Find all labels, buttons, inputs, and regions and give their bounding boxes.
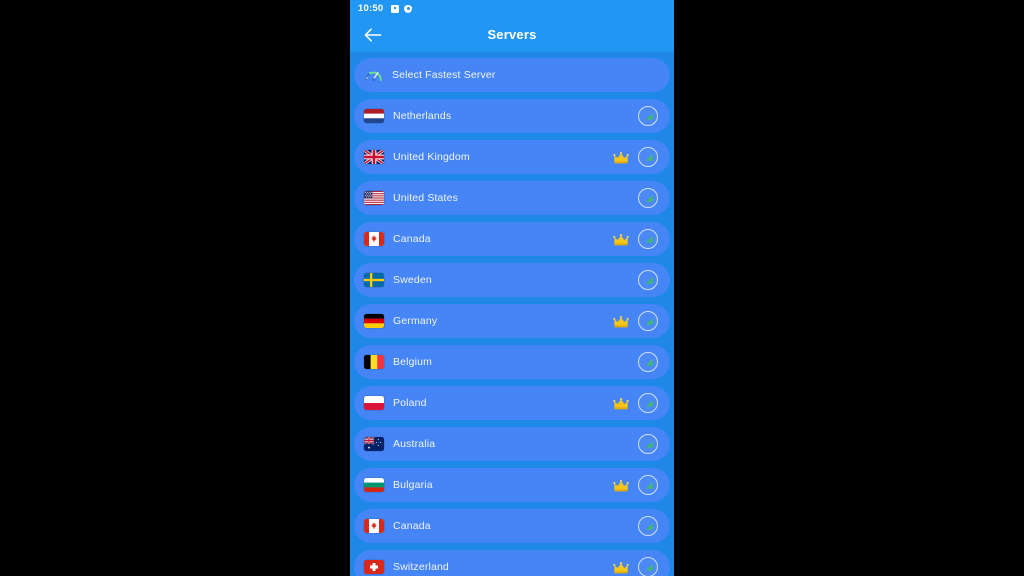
server-row[interactable]: Switzerland	[354, 550, 670, 576]
server-row[interactable]: United Kingdom	[354, 140, 670, 174]
signal-strength-indicator[interactable]	[638, 475, 658, 495]
server-row[interactable]: Canada	[354, 509, 670, 543]
signal-strength-indicator[interactable]	[638, 311, 658, 331]
phone-viewport: 10:50 Servers Select Fastest Server Neth…	[350, 0, 674, 576]
flag-icon-se	[364, 273, 384, 287]
shield-icon	[404, 4, 413, 13]
premium-crown-icon	[613, 561, 629, 574]
server-name-label: Bulgaria	[393, 479, 433, 491]
server-name-label: Canada	[393, 233, 431, 245]
premium-crown-icon	[613, 397, 629, 410]
server-row[interactable]: Canada	[354, 222, 670, 256]
flag-icon-ca	[364, 519, 384, 533]
signal-strength-indicator[interactable]	[638, 516, 658, 536]
server-row[interactable]: United States	[354, 181, 670, 215]
sd-card-icon	[391, 4, 400, 13]
back-arrow-icon	[364, 27, 382, 42]
status-bar-clock: 10:50	[358, 2, 384, 14]
flag-icon-ca	[364, 232, 384, 246]
server-name-label: Netherlands	[393, 110, 452, 122]
server-name-label: Switzerland	[393, 561, 449, 573]
premium-crown-icon	[613, 315, 629, 328]
flag-icon-pl	[364, 396, 384, 410]
server-row[interactable]: Netherlands	[354, 99, 670, 133]
server-name-label: Poland	[393, 397, 427, 409]
server-name-label: Belgium	[393, 356, 432, 368]
flag-icon-au	[364, 437, 384, 451]
back-button[interactable]	[362, 24, 384, 46]
signal-strength-indicator[interactable]	[638, 229, 658, 249]
flag-icon-gb	[364, 150, 384, 164]
signal-strength-indicator[interactable]	[638, 270, 658, 290]
server-row[interactable]: Germany	[354, 304, 670, 338]
server-name-label: Germany	[393, 315, 438, 327]
status-bar: 10:50	[350, 0, 674, 17]
server-name-label: United States	[393, 192, 458, 204]
signal-strength-indicator[interactable]	[638, 352, 658, 372]
signal-strength-indicator[interactable]	[638, 434, 658, 454]
signal-strength-indicator[interactable]	[638, 106, 658, 126]
server-name-label: United Kingdom	[393, 151, 470, 163]
select-fastest-server-row[interactable]: Select Fastest Server	[354, 58, 670, 92]
server-row[interactable]: Sweden	[354, 263, 670, 297]
premium-crown-icon	[613, 479, 629, 492]
speed-gauge-icon	[364, 68, 383, 83]
signal-strength-indicator[interactable]	[638, 147, 658, 167]
screenshot-stage: 10:50 Servers Select Fastest Server Neth…	[0, 0, 1024, 576]
page-title: Servers	[487, 27, 537, 42]
server-list[interactable]: Select Fastest Server Netherlands United…	[350, 52, 674, 576]
flag-icon-ch	[364, 560, 384, 574]
server-row[interactable]: Bulgaria	[354, 468, 670, 502]
server-row[interactable]: Belgium	[354, 345, 670, 379]
server-row[interactable]: Australia	[354, 427, 670, 461]
flag-icon-us	[364, 191, 384, 205]
select-fastest-server-label: Select Fastest Server	[392, 69, 496, 81]
flag-icon-de	[364, 314, 384, 328]
premium-crown-icon	[613, 151, 629, 164]
status-bar-icons	[391, 4, 413, 13]
app-bar: Servers	[350, 17, 674, 52]
premium-crown-icon	[613, 233, 629, 246]
signal-strength-indicator[interactable]	[638, 188, 658, 208]
server-name-label: Australia	[393, 438, 436, 450]
flag-icon-be	[364, 355, 384, 369]
server-name-label: Canada	[393, 520, 431, 532]
flag-icon-bg	[364, 478, 384, 492]
signal-strength-indicator[interactable]	[638, 557, 658, 576]
server-row[interactable]: Poland	[354, 386, 670, 420]
signal-strength-indicator[interactable]	[638, 393, 658, 413]
flag-icon-nl	[364, 109, 384, 123]
server-name-label: Sweden	[393, 274, 432, 286]
